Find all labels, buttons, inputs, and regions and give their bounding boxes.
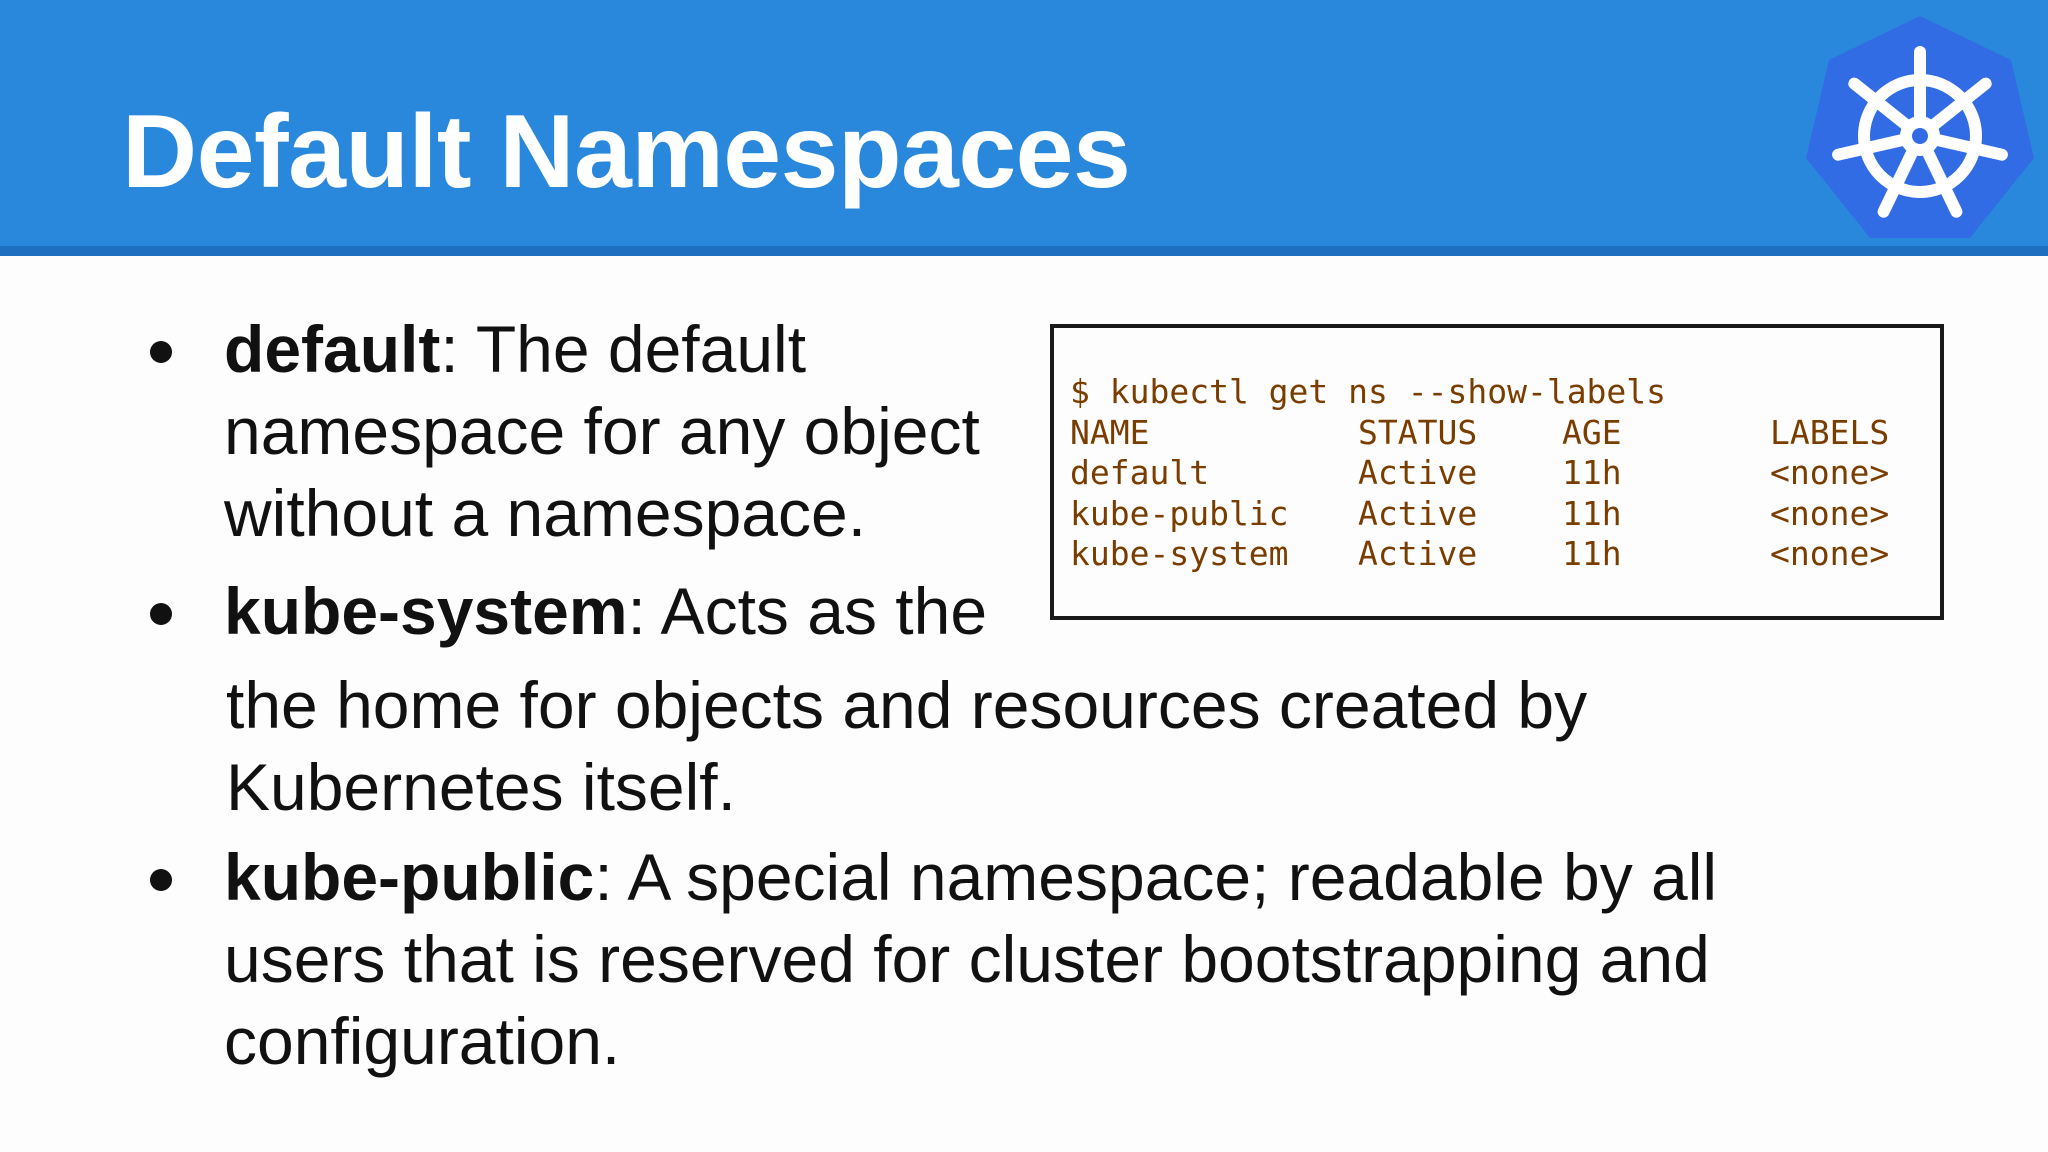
- ns-age: 11h: [1562, 534, 1622, 573]
- ns-status: Active: [1358, 534, 1478, 573]
- bullet-term: default: [224, 312, 441, 386]
- ns-labels: <none>: [1770, 534, 1890, 573]
- bullet-kube-public: kube-public: A special namespace; readab…: [138, 836, 1838, 1096]
- bullet-term: kube-public: [224, 840, 595, 914]
- terminal-command: $ kubectl get ns --show-labels: [1070, 372, 1667, 411]
- terminal-row: kube-public Active 11h <none>: [1070, 493, 1889, 535]
- slide-title: Default Namespaces: [122, 94, 1131, 210]
- terminal-row: default Active 11h <none>: [1070, 453, 1889, 494]
- bullet-description: Acts as the: [645, 574, 988, 648]
- ns-status: Active: [1358, 453, 1478, 492]
- terminal-header-labels: LABELS: [1770, 412, 1890, 452]
- terminal-row: kube-system Active 11h <none>: [1070, 534, 1889, 575]
- ns-age: 11h: [1562, 453, 1622, 492]
- ns-name: default: [1070, 453, 1210, 492]
- ns-name: kube-public: [1070, 493, 1289, 533]
- ns-status: Active: [1358, 493, 1478, 533]
- terminal-header-row: NAME STATUS AGE LABELS: [1070, 412, 1889, 454]
- ns-labels: <none>: [1770, 493, 1890, 533]
- ns-labels: <none>: [1770, 453, 1890, 492]
- terminal-header-status: STATUS: [1358, 412, 1478, 452]
- bullet-text: kube-system: Acts as the: [224, 574, 988, 648]
- terminal-header-name: NAME: [1070, 412, 1150, 452]
- bullet-text: kube-public: A special namespace; readab…: [224, 840, 1718, 1078]
- bullet-term: kube-system: [224, 574, 628, 648]
- terminal-content: $ kubectl get ns --show-labels NAME STAT…: [1070, 372, 1889, 575]
- slide: Default Namespaces default: The default …: [0, 0, 2048, 1152]
- terminal-header-age: AGE: [1562, 412, 1622, 452]
- terminal-output-box: $ kubectl get ns --show-labels NAME STAT…: [1050, 324, 1944, 620]
- ns-name: kube-system: [1070, 534, 1289, 573]
- bullet-description-continued: the home for objects and resources creat…: [226, 668, 1588, 824]
- bullet-text: default: The default namespace for any o…: [224, 312, 980, 550]
- bullet-default: default: The default namespace for any o…: [138, 308, 1038, 558]
- ns-age: 11h: [1562, 493, 1622, 533]
- kubernetes-logo-icon: [1806, 16, 2034, 238]
- title-bar-divider: [0, 246, 2048, 256]
